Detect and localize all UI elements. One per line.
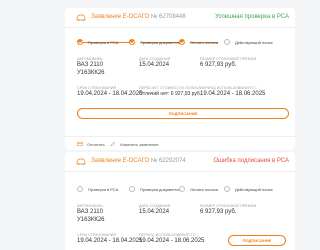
premium-value: 6 927,93 руб. [200,62,237,68]
car-plate: У163КК26 [77,70,105,76]
check-icon [179,39,185,45]
car-model: ВАЗ 2110 [77,62,103,68]
card-header: Заявление Е-ОСАГО № 62708448 Успешная пр… [65,8,295,28]
step-active-policy: Действующий полис [224,186,273,192]
empty-circle-icon [77,186,83,192]
check-icon [129,39,135,45]
check-icon [77,39,83,45]
status-badge: Успешная проверка в РСА [215,14,289,20]
term-value: 19.04.2024 - 18.04.2025 [77,238,143,244]
card-header: Заявление Е-ОСАГО № 62292074 Ошибка подп… [65,152,295,172]
empty-circle-icon [224,39,230,45]
step-payment: Оплата полиса [179,39,218,45]
car-icon [76,14,86,21]
step-active-policy: Действующий полис [224,39,273,45]
card-title: Заявление Е-ОСАГО № 62292074 [91,158,186,164]
car-plate: У163КК26 [77,217,105,223]
step-documents-check: Проверка документов [129,39,181,45]
card-footer: Оплатить Изменить заявление [65,136,295,150]
empty-circle-icon [129,186,135,192]
progress-steps: Проверка в РСА Проверка документов Оплат… [77,39,289,47]
created-value: 15.04.2024 [139,209,170,215]
title-prefix: Заявление Е-ОСАГО [91,158,150,164]
edit-application-link[interactable]: Изменить заявление [110,141,159,147]
card-icon [77,142,83,146]
empty-circle-icon [224,186,230,192]
card-title: Заявление Е-ОСАГО № 62708448 [91,14,186,20]
premium-value: 6 927,93 руб. [200,209,237,215]
usage-period-value: 19.04.2024 - 18.06.2025 [200,91,266,97]
application-number: № 62292074 [150,158,186,164]
pencil-icon [110,141,116,147]
created-value: 15.04.2024 [139,62,170,68]
application-card: Заявление Е-ОСАГО № 62292074 Ошибка подп… [65,152,295,250]
step-rsa-check: Проверка в РСА [77,39,118,45]
sign-button[interactable]: ПОДПИСАНИЕ [228,235,286,246]
step-payment: Оплата полиса [179,186,218,192]
application-number: № 62708448 [150,14,186,20]
pay-link[interactable]: Оплатить [77,141,105,147]
empty-circle-icon [179,186,185,192]
application-card: Заявление Е-ОСАГО № 62708448 Успешная пр… [65,8,295,150]
sign-button[interactable]: ПОДПИСАНИЕ [77,108,289,119]
usage-period-value: 19.04.2024 - 18.06.2025 [139,238,205,244]
step-documents-check: Проверка документов [129,186,181,192]
status-badge: Ошибка подписания в РСА [213,158,290,164]
title-prefix: Заявление Е-ОСАГО [91,14,150,20]
step-rsa-check: Проверка в РСА [77,186,118,192]
term-value: 19.04.2024 - 18.04.2025 [77,91,143,97]
car-model: ВАЗ 2110 [77,209,103,215]
cost-recalc-value: Отличий нет: 6 927,93 руб. [139,91,202,97]
progress-steps: Проверка в РСА Проверка документов Оплат… [77,186,289,194]
car-icon [76,158,86,165]
